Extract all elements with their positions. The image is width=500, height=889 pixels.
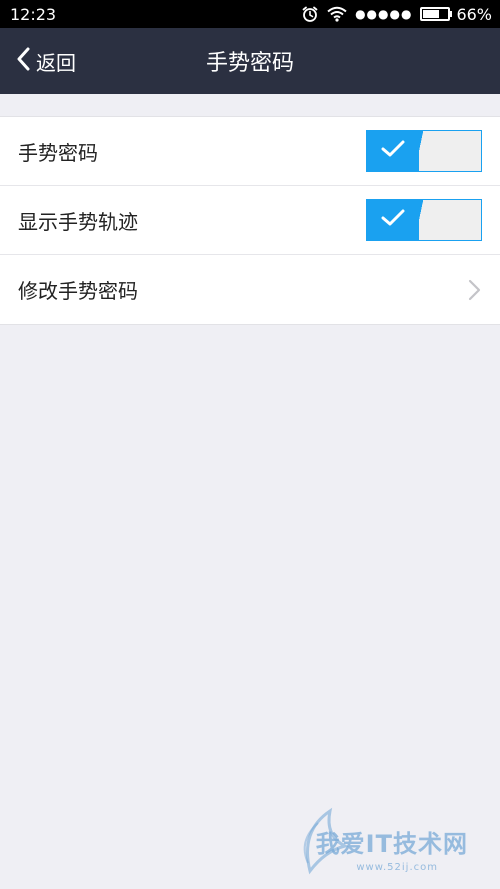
toggle-off-segment (419, 200, 481, 240)
alarm-icon (301, 5, 319, 23)
battery-fill (423, 10, 440, 18)
watermark-title: 我爱IT技术网 (315, 830, 468, 858)
chevron-left-icon (16, 47, 30, 75)
battery-percent: 66% (456, 4, 492, 24)
watermark: 我爱IT技术网 www.52ij.com (270, 801, 490, 881)
gesture-password-toggle[interactable] (366, 130, 482, 172)
settings-row-change-gesture-password[interactable]: 修改手势密码 (0, 255, 500, 324)
battery-icon (420, 7, 451, 21)
battery-indicator: 66% (420, 5, 492, 24)
wifi-icon (327, 6, 347, 22)
checkmark-icon (381, 140, 405, 162)
status-bar: 12:23 ●●●●● 66% (0, 0, 500, 28)
show-gesture-trail-toggle[interactable] (366, 199, 482, 241)
gesture-password-label: 手势密码 (18, 140, 98, 165)
battery-tip (450, 11, 453, 17)
navigation-bar: 返回 手势密码 (0, 28, 500, 94)
settings-row-gesture-password: 手势密码 (0, 117, 500, 186)
back-label: 返回 (36, 50, 76, 75)
status-time: 12:23 (10, 4, 57, 24)
settings-list: 手势密码 显示手势轨迹 修改手势密码 (0, 116, 500, 325)
signal-strength-icon: ●●●●● (355, 7, 413, 21)
status-icons: ●●●●● 66% (301, 5, 492, 24)
checkmark-icon (381, 209, 405, 231)
settings-row-show-gesture-trail: 显示手势轨迹 (0, 186, 500, 255)
chevron-right-icon (466, 279, 482, 301)
watermark-url: www.52ij.com (356, 862, 438, 873)
toggle-off-segment (419, 131, 481, 171)
show-gesture-trail-label: 显示手势轨迹 (18, 209, 138, 234)
change-gesture-password-label: 修改手势密码 (18, 279, 138, 303)
back-button[interactable]: 返回 (0, 28, 76, 94)
